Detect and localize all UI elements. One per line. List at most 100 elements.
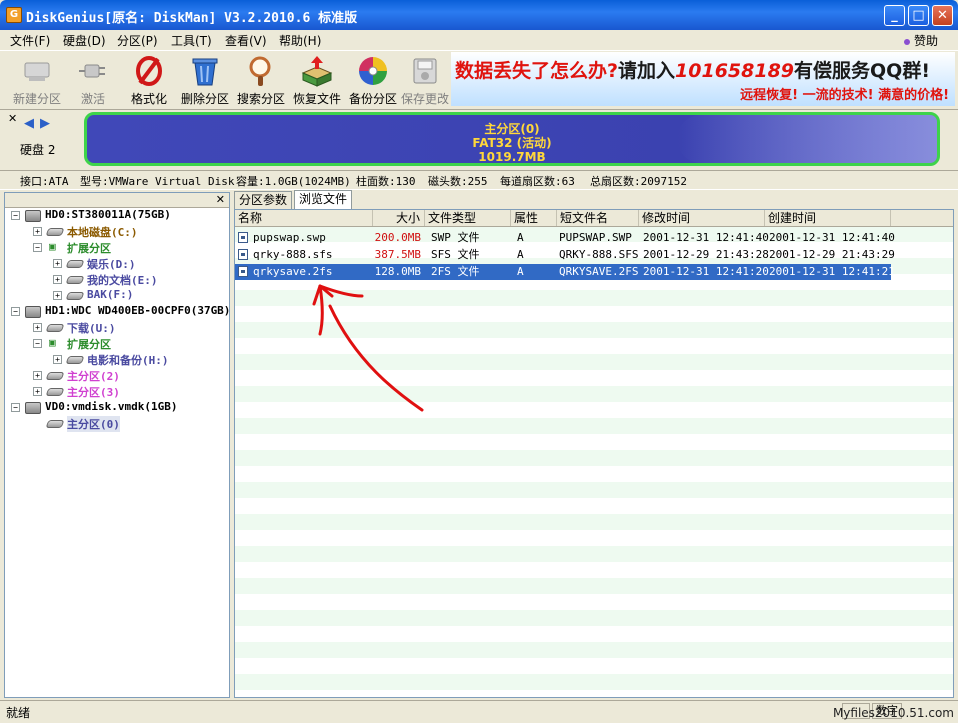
collapse-icon[interactable]: − <box>11 211 20 220</box>
collapse-icon[interactable]: − <box>11 307 20 316</box>
new-partition-button[interactable]: 新建分区 <box>8 53 66 106</box>
tab-partition-params[interactable]: 分区参数 <box>234 191 293 209</box>
search-magnifier-icon <box>245 55 277 87</box>
hard-disk-icon <box>25 210 41 222</box>
partition-icon <box>65 260 85 268</box>
format-icon <box>133 55 165 87</box>
column-type[interactable]: 文件类型 <box>425 210 511 226</box>
expand-icon[interactable]: + <box>53 259 62 268</box>
ad-banner[interactable]: 数据丢失了怎么办?请加入101658189有偿服务QQ群! 远程恢复! 一流的技… <box>451 52 955 106</box>
banner-qq-number: 101658189 <box>675 60 795 82</box>
partition-icon <box>65 356 85 364</box>
menu-help[interactable]: 帮助(H) <box>279 32 321 49</box>
expand-icon[interactable]: + <box>33 227 42 236</box>
save-changes-label: 保存更改 <box>400 92 449 106</box>
menu-disk[interactable]: 硬盘(D) <box>63 32 106 49</box>
column-attr[interactable]: 属性 <box>511 210 557 226</box>
menu-partition[interactable]: 分区(P) <box>117 32 158 49</box>
backup-partition-label: 备份分区 <box>348 92 397 106</box>
title-bar[interactable]: G DiskGenius[原名: DiskMan] V3.2.2010.6 标准… <box>0 0 958 30</box>
next-disk-icon[interactable]: ▶ <box>40 116 50 131</box>
file-icon <box>238 266 248 277</box>
tree-node-label: 扩展分区 <box>67 242 111 255</box>
tree-node-label: 主分区(2) <box>67 370 120 383</box>
app-logo-icon: G <box>6 7 22 23</box>
file-type: 2FS 文件 <box>431 265 480 278</box>
sponsor-link[interactable]: 赞助 <box>903 32 938 49</box>
menu-file[interactable]: 文件(F) <box>10 32 50 49</box>
menu-tools[interactable]: 工具(T) <box>171 32 212 49</box>
sponsor-label: 赞助 <box>913 34 938 48</box>
status-text: 就绪 <box>6 706 31 720</box>
tree-node-label: 我的文档(E:) <box>87 274 158 287</box>
backup-partition-button[interactable]: 备份分区 <box>344 53 402 106</box>
save-icon <box>409 55 441 87</box>
prev-disk-icon[interactable]: ◀ <box>24 116 34 131</box>
menu-view[interactable]: 查看(V) <box>225 32 267 49</box>
file-attr: A <box>517 231 524 244</box>
tree-node-label: 电影和备份(H:) <box>87 354 169 367</box>
partition-name: 主分区(0) <box>484 122 540 136</box>
minimize-button[interactable]: _ <box>884 5 905 26</box>
tree-node-label: BAK(F:) <box>87 288 134 301</box>
maximize-button[interactable]: □ <box>908 5 929 26</box>
close-button[interactable]: ✕ <box>932 5 953 26</box>
partition-bar[interactable]: 主分区(0) FAT32 (活动) 1019.7MB <box>84 112 940 166</box>
extended-partition-icon: ▣ <box>49 240 56 253</box>
disk-interface: 接口:ATA <box>20 175 69 188</box>
file-attr: A <box>517 248 524 261</box>
file-modified: 2001-12-31 12:41:40 <box>643 231 769 244</box>
panel-close-icon[interactable]: ✕ <box>8 112 17 125</box>
activate-plug-icon <box>77 55 109 87</box>
recover-files-label: 恢复文件 <box>292 92 341 106</box>
recover-box-icon <box>301 55 333 87</box>
disk-capacity: 容量:1.0GB(1024MB) <box>236 175 351 188</box>
search-partition-button[interactable]: 搜索分区 <box>232 53 290 106</box>
delete-partition-button[interactable]: 删除分区 <box>176 53 234 106</box>
column-modified[interactable]: 修改时间 <box>639 210 765 226</box>
activate-button[interactable]: 激活 <box>64 53 122 106</box>
file-size: 387.5MB <box>374 248 421 261</box>
expand-icon[interactable]: + <box>33 387 42 396</box>
partition-icon <box>45 372 65 380</box>
sponsor-dot-icon <box>903 38 910 45</box>
expand-icon[interactable]: + <box>53 355 62 364</box>
column-size[interactable]: 大小 <box>373 210 425 226</box>
partition-icon <box>45 420 65 428</box>
table-row[interactable]: qrky-888.sfs 387.5MB SFS 文件 A QRKY-888.S… <box>235 247 895 263</box>
expand-icon[interactable]: + <box>33 323 42 332</box>
tree-close-icon[interactable]: ✕ <box>216 193 225 206</box>
hard-disk-icon <box>25 402 41 414</box>
column-name[interactable]: 名称 <box>235 210 373 226</box>
format-button[interactable]: 格式化 <box>120 53 178 106</box>
file-icon <box>238 232 248 243</box>
delete-partition-label: 删除分区 <box>180 92 229 106</box>
disk-label: 硬盘 2 <box>20 143 56 157</box>
column-created[interactable]: 创建时间 <box>765 210 891 226</box>
expand-icon[interactable]: + <box>33 371 42 380</box>
collapse-icon[interactable]: − <box>33 243 42 252</box>
banner-service: 有偿服务QQ群! <box>794 60 931 82</box>
file-size: 200.0MB <box>374 231 421 244</box>
new-partition-label: 新建分区 <box>12 92 61 106</box>
collapse-icon[interactable]: − <box>33 339 42 348</box>
table-row[interactable]: pupswap.swp 200.0MB SWP 文件 A PUPSWAP.SWP… <box>235 230 895 246</box>
column-short-name[interactable]: 短文件名 <box>557 210 639 226</box>
file-attr: A <box>517 265 524 278</box>
disk-cylinders: 柱面数:130 <box>356 175 416 188</box>
file-short-name: PUPSWAP.SWP <box>559 231 632 244</box>
collapse-icon[interactable]: − <box>11 403 20 412</box>
tree-node-label: 主分区(0) <box>67 416 120 432</box>
save-changes-button[interactable]: 保存更改 <box>396 53 454 106</box>
file-type: SWP 文件 <box>431 231 480 244</box>
tree-header: ✕ <box>5 193 229 208</box>
tab-browse-files[interactable]: 浏览文件 <box>294 190 353 210</box>
expand-icon[interactable]: + <box>53 291 62 300</box>
table-row-selected[interactable]: qrkysave.2fs 128.0MB 2FS 文件 A QRKYSAVE.2… <box>235 264 895 280</box>
file-name: qrky-888.sfs <box>253 248 333 261</box>
recover-files-button[interactable]: 恢复文件 <box>288 53 346 106</box>
hard-disk-icon <box>25 306 41 318</box>
expand-icon[interactable]: + <box>53 275 62 284</box>
banner-question: 数据丢失了怎么办? <box>455 60 619 82</box>
file-short-name: QRKYSAVE.2FS <box>559 265 639 278</box>
